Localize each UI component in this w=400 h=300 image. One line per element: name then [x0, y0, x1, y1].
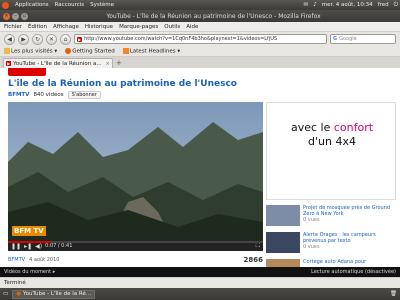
video-progress-bar[interactable] — [8, 241, 263, 243]
close-tab-icon[interactable]: × — [105, 61, 110, 67]
channel-name[interactable]: BFMTV — [8, 92, 29, 98]
channel-info: BFMTV 840 vidéos S'abonner — [8, 91, 101, 99]
volume-icon[interactable]: ◀) — [35, 243, 42, 250]
related-thumbnail[interactable] — [266, 232, 300, 253]
advertisement-banner[interactable]: avec le confort d'un 4x4 — [266, 102, 396, 200]
tab-youtube[interactable]: ▶ YouTube - L'île de la Réunion a... × — [3, 58, 113, 68]
menubar: Fichier Édition Affichage Historique Mar… — [0, 22, 400, 32]
video-progress-fill — [8, 241, 52, 243]
menu-historique[interactable]: Historique — [85, 24, 113, 30]
ubuntu-logo-icon[interactable] — [2, 1, 9, 9]
panel-menu-applications[interactable]: Applications — [15, 2, 49, 8]
menu-aide[interactable]: Aide — [186, 24, 198, 30]
channel-link[interactable]: BFMTV — [8, 257, 25, 263]
subscribe-button[interactable]: S'abonner — [67, 91, 101, 99]
navigation-toolbar: ◀ ▶ ↻ ✕ ⌂ ▶ http://www.youtube.com/watch… — [0, 32, 400, 46]
forward-button[interactable]: ▶ — [18, 33, 29, 45]
bookmark-latest-headlines[interactable]: Latest Headlines ▾ — [122, 47, 180, 54]
window-titlebar: × – ▫ YouTube - L'île de la Réunion au p… — [0, 10, 400, 22]
tab-label: YouTube - L'île de la Réunion a... — [13, 60, 102, 67]
volume-icon[interactable]: ♪ — [313, 2, 317, 8]
youtube-logo[interactable] — [8, 68, 46, 76]
related-thumbnail[interactable] — [266, 205, 300, 226]
menu-edition[interactable]: Édition — [28, 24, 47, 30]
close-window-button[interactable]: × — [3, 12, 10, 20]
stop-button[interactable]: ✕ — [46, 33, 57, 45]
taskbar-window-label: YouTube - L'île de la Ré... — [23, 291, 92, 297]
maximize-window-button[interactable]: ▫ — [21, 12, 28, 20]
panel-menu-systeme[interactable]: Système — [90, 2, 114, 8]
related-meta: 0 vues — [303, 217, 320, 223]
back-button[interactable]: ◀ — [4, 33, 15, 45]
panel-clock[interactable]: mer. 4 août, 10:34 — [322, 2, 373, 8]
url-bar[interactable]: ▶ http://www.youtube.com/watch?v=1Cq0nF4… — [74, 34, 327, 44]
status-text: Terminé — [4, 280, 26, 286]
panel-user[interactable]: fred — [378, 2, 389, 8]
reload-button[interactable]: ↻ — [32, 33, 43, 45]
related-title[interactable]: Alerte Orages : les campeurs prévenus pa… — [303, 232, 396, 244]
taskbar-window-button[interactable]: ● YouTube - L'île de la Ré... — [12, 289, 96, 299]
related-title[interactable]: Projet de mosquée près de Ground Zero à … — [303, 205, 396, 217]
menu-marque-pages[interactable]: Marque-pages — [119, 24, 158, 30]
ad-line-2: d'un 4x4 — [308, 135, 356, 148]
firefox-icon — [65, 47, 72, 54]
next-icon[interactable]: ▸❚ — [24, 243, 32, 250]
menu-fichier[interactable]: Fichier — [4, 24, 22, 30]
video-player[interactable]: BFM TV — [8, 102, 263, 241]
mail-icon[interactable]: ✉ — [304, 2, 309, 8]
video-title: L'île de la Réunion au patrimoine de l'U… — [8, 79, 237, 89]
home-button[interactable]: ⌂ — [60, 33, 71, 45]
video-frame-landscape — [8, 102, 263, 241]
view-count: 2866 — [243, 256, 263, 264]
system-top-panel: Applications Raccourcis Système ✉ ♪ mer.… — [0, 0, 400, 10]
show-desktop-icon[interactable]: ▭ — [3, 291, 8, 297]
menu-affichage[interactable]: Affichage — [53, 24, 79, 30]
power-icon[interactable]: ⏻ — [394, 2, 398, 9]
bookmark-most-visited[interactable]: Les plus visités ▾ — [4, 47, 57, 54]
panel-status-area: ✉ ♪ mer. 4 août, 10:34 fred ⏻ — [304, 2, 398, 9]
minimize-window-button[interactable]: – — [12, 12, 19, 20]
site-favicon-icon: ▶ — [77, 36, 83, 42]
window-title: YouTube - L'île de la Réunion au patrimo… — [106, 12, 321, 20]
related-video-item[interactable]: Projet de mosquée près de Ground Zero à … — [266, 205, 396, 228]
youtube-bottom-bar: Vidéos du moment ▸ Lecture automatique (… — [0, 267, 400, 277]
ad-line-1: avec le confort — [290, 121, 374, 134]
video-meta-row: BFMTV 4 août 2010 2866 — [8, 254, 263, 266]
trending-videos-link[interactable]: Vidéos du moment ▸ — [4, 269, 55, 275]
new-tab-button[interactable]: + — [116, 58, 122, 68]
autoplay-toggle[interactable]: Lecture automatique (désactivée) — [311, 269, 396, 275]
status-bar: Terminé — [0, 277, 400, 288]
firefox-icon: ● — [16, 291, 22, 297]
youtube-favicon-icon: ▶ — [6, 61, 12, 66]
rss-icon — [122, 47, 129, 54]
google-search-icon: G — [333, 36, 338, 42]
bookmarks-toolbar: Les plus visités ▾ Getting Started Lates… — [0, 46, 400, 57]
trash-icon[interactable]: 🗑 — [390, 291, 397, 297]
bfmtv-watermark-logo: BFM TV — [12, 226, 46, 236]
fullscreen-icon[interactable]: ⛶ — [256, 242, 260, 250]
related-video-item[interactable]: Alerte Orages : les campeurs prévenus pa… — [266, 232, 396, 255]
panel-menu-raccourcis[interactable]: Raccourcis — [55, 2, 85, 8]
menu-outils[interactable]: Outils — [164, 24, 180, 30]
bookmark-getting-started[interactable]: Getting Started — [65, 47, 115, 54]
channel-video-count: 840 vidéos — [33, 92, 64, 98]
search-box[interactable]: G Google — [330, 34, 396, 44]
play-pause-icon[interactable]: ❚❚ — [11, 243, 21, 250]
web-page: L'île de la Réunion au patrimoine de l'U… — [0, 68, 400, 277]
tab-bar: ▶ YouTube - L'île de la Réunion a... × + — [0, 57, 400, 68]
url-text: http://www.youtube.com/watch?v=1Cq0nF4b3… — [84, 36, 278, 42]
search-placeholder: Google — [339, 36, 357, 42]
related-meta: 0 vues — [303, 244, 320, 250]
video-time: 0:07 / 0:41 — [45, 243, 73, 249]
folder-icon — [4, 47, 10, 54]
upload-date: 4 août 2010 — [29, 257, 60, 263]
related-title[interactable]: Cortège auto Adana pour — [303, 259, 366, 265]
bottom-taskbar: ▭ ● YouTube - L'île de la Ré... 🗑 — [0, 288, 400, 300]
